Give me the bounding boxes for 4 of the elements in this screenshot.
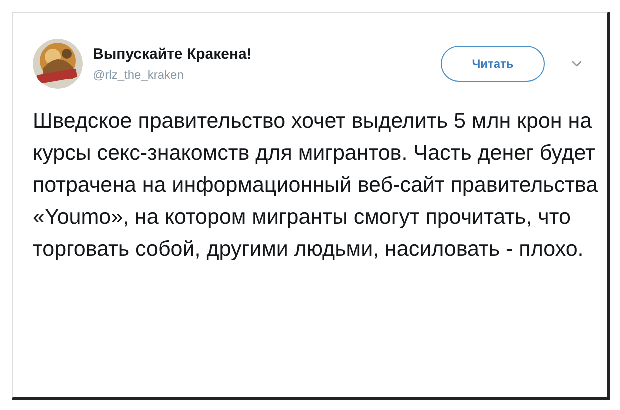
author-name[interactable]: Выпускайте Кракена! [93, 44, 431, 66]
tweet-text: Шведское правительство хочет выделить 5 млн крон на курсы секс-знакомств для мигрантов. Часть денег будет потрачена на информационный веб-сайт правительства «Youmo», на котором мигранты смогут прочитать, что торговать собой, другими людьми, насиловать - плохо. [33, 108, 599, 263]
author-handle[interactable]: @rlz_the_kraken [93, 66, 431, 84]
follow-button[interactable]: Читать [441, 46, 545, 82]
